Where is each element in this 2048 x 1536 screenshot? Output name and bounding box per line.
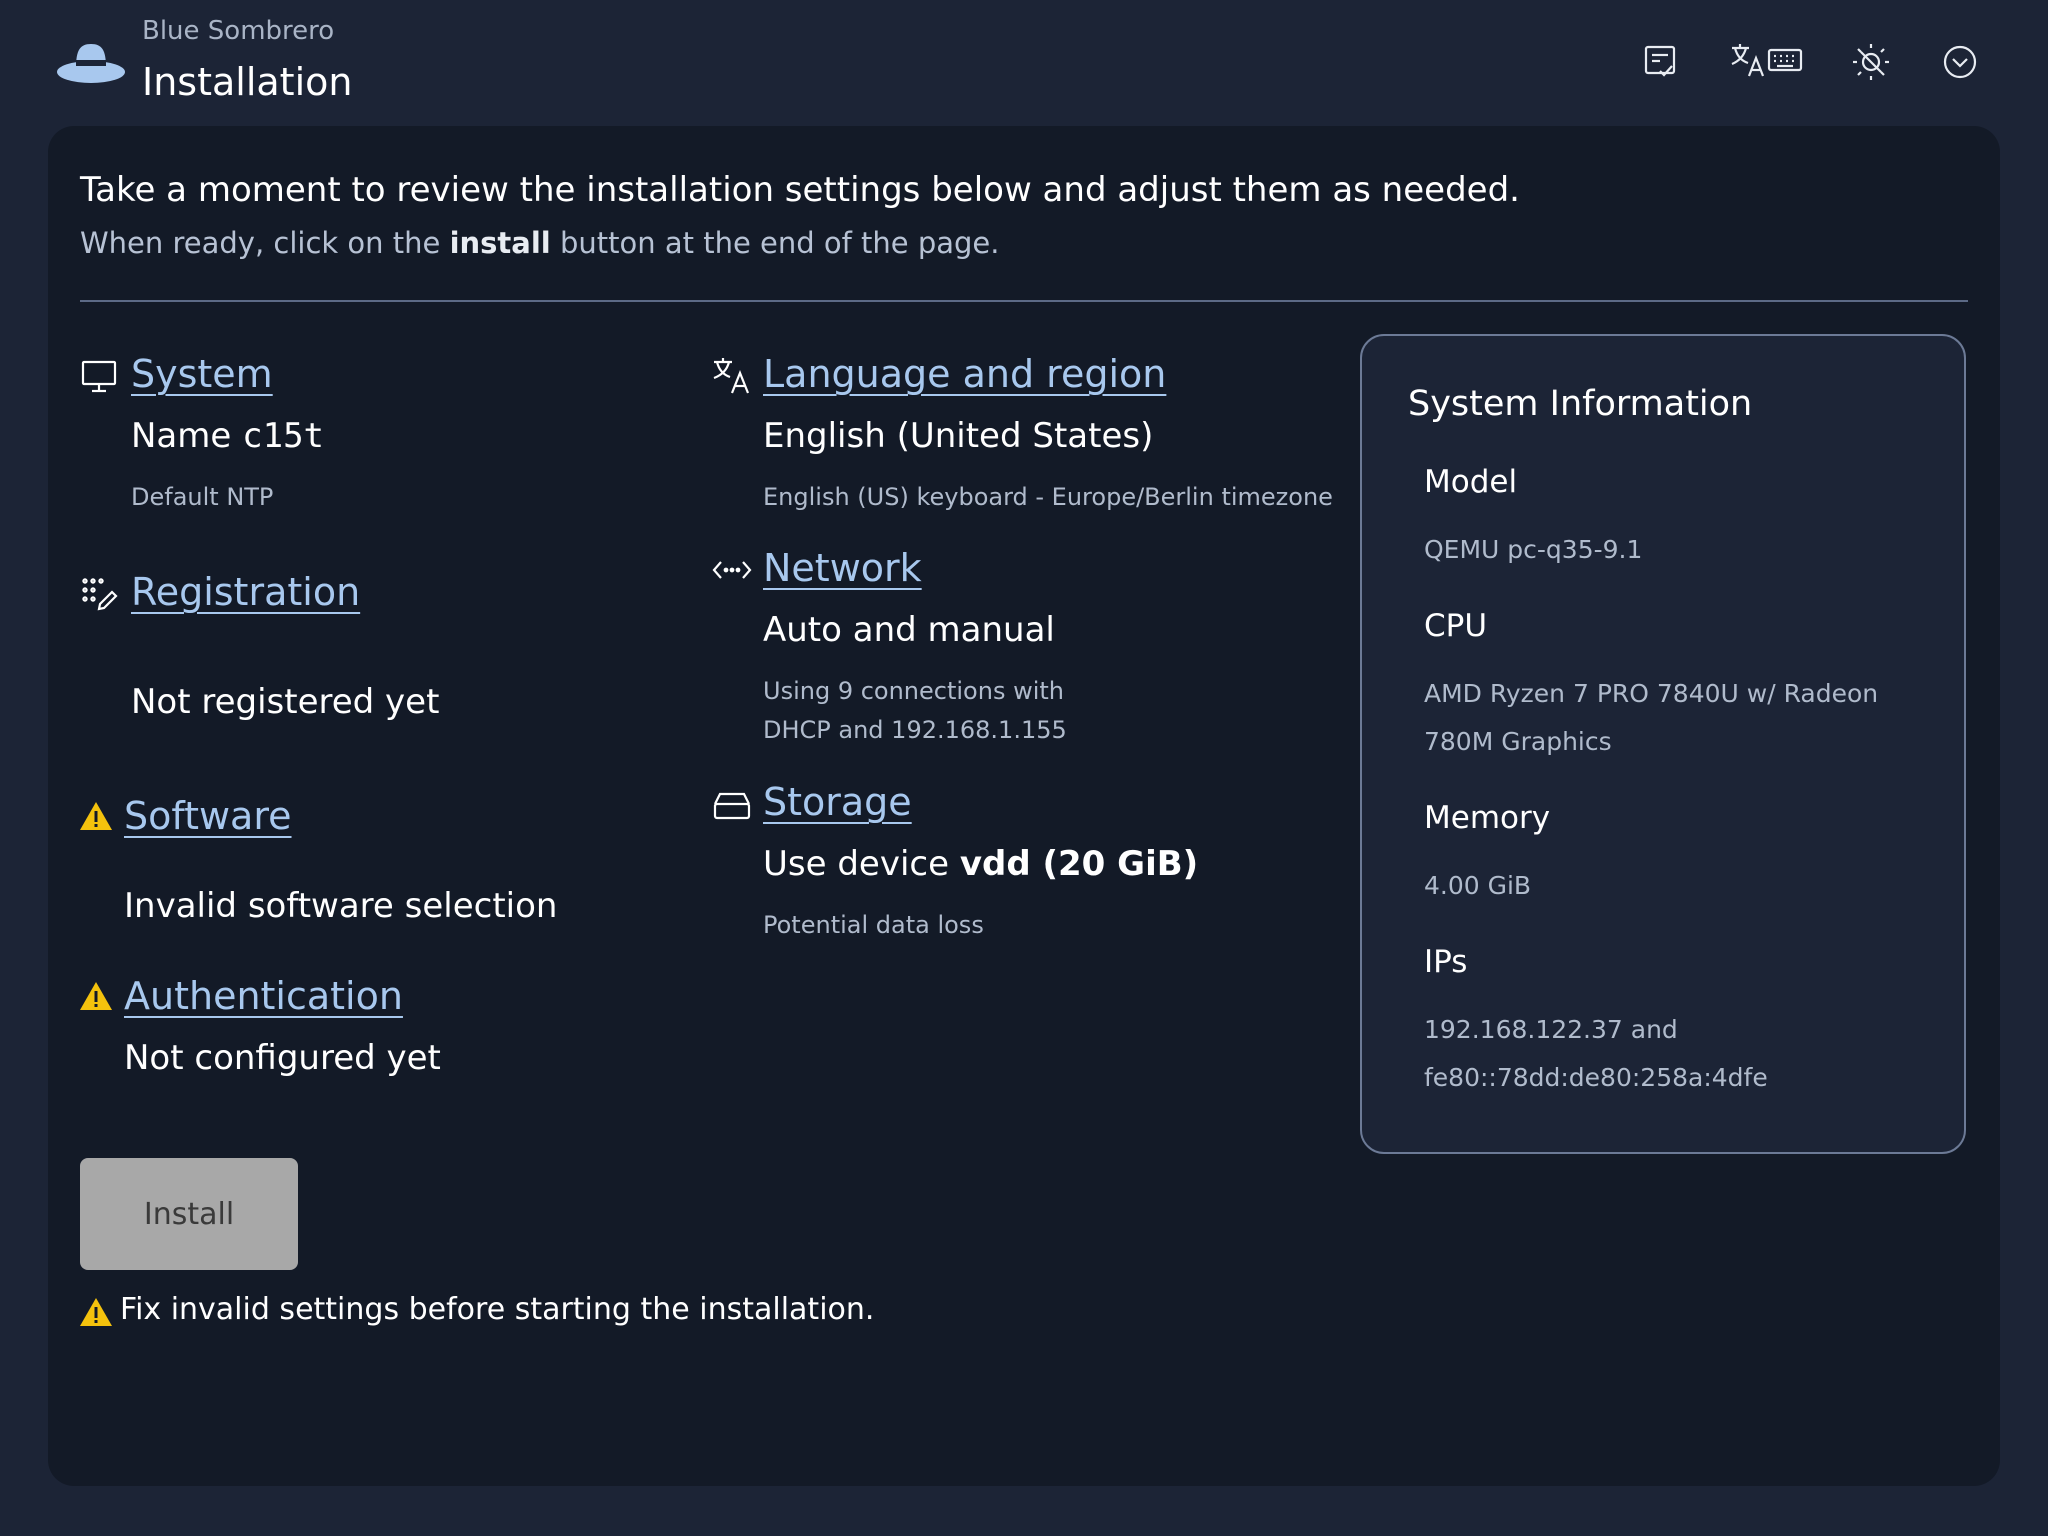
- brand-name: Blue Sombrero: [142, 16, 335, 46]
- main-card: Take a moment to review the installation…: [48, 126, 2000, 1486]
- install-keyword: install: [449, 226, 551, 260]
- network-detail: Using 9 connections with DHCP and 192.16…: [763, 677, 1067, 744]
- network-link[interactable]: Network: [763, 546, 922, 590]
- brightness-icon[interactable]: [1850, 42, 1892, 82]
- software-link[interactable]: Software: [124, 794, 292, 838]
- divider: [80, 300, 1968, 302]
- system-hostname: Name c15t: [131, 416, 325, 456]
- registration-link[interactable]: Registration: [131, 570, 360, 614]
- system-information-title: System Information: [1408, 384, 1753, 424]
- storage-detail: Potential data loss: [763, 911, 984, 939]
- page-title: Installation: [142, 60, 353, 104]
- language-value: English (United States): [763, 416, 1154, 456]
- ips-value: 192.168.122.37 and fe80::78dd:de80:258a:…: [1424, 1015, 1768, 1092]
- network-value: Auto and manual: [763, 610, 1055, 650]
- authentication-link[interactable]: Authentication: [124, 974, 403, 1018]
- intro-subtext: When ready, click on the install button …: [80, 226, 1000, 260]
- language-detail: English (US) keyboard - Europe/Berlin ti…: [763, 483, 1333, 511]
- dropdown-icon[interactable]: [1940, 42, 1980, 82]
- language-icon: [1729, 42, 1767, 82]
- intro-text: Take a moment to review the installation…: [80, 170, 1520, 210]
- system-link[interactable]: System: [131, 352, 273, 396]
- memory-value: 4.00 GiB: [1424, 871, 1532, 900]
- monitor-icon: [80, 358, 118, 396]
- install-button[interactable]: Install: [80, 1158, 298, 1270]
- language-region-icon: [712, 356, 750, 394]
- cpu-value: AMD Ryzen 7 PRO 7840U w/ Radeon 780M Gra…: [1424, 679, 1879, 756]
- keyboard-icon: [1767, 47, 1803, 77]
- storage-icon: [712, 786, 751, 824]
- sombrero-logo-icon: [56, 38, 126, 86]
- storage-value: Use device vdd (20 GiB): [763, 844, 1199, 884]
- software-status: Invalid software selection: [124, 886, 558, 926]
- model-label: Model: [1424, 464, 1518, 500]
- memory-label: Memory: [1424, 800, 1551, 836]
- language-keyboard-button[interactable]: [1724, 42, 1808, 82]
- model-value: QEMU pc-q35-9.1: [1424, 535, 1643, 564]
- cpu-label: CPU: [1424, 608, 1488, 644]
- authentication-status: Not configured yet: [124, 1038, 441, 1078]
- network-icon: [712, 550, 752, 588]
- registration-status: Not registered yet: [131, 682, 440, 722]
- ips-label: IPs: [1424, 944, 1468, 980]
- authentication-warning-icon: [79, 980, 113, 1012]
- language-region-link[interactable]: Language and region: [763, 352, 1166, 396]
- install-warning-message: Fix invalid settings before starting the…: [120, 1292, 875, 1327]
- install-warning-icon: [79, 1296, 113, 1328]
- system-information-panel: System Information Model QEMU pc-q35-9.1…: [1360, 334, 1966, 1154]
- checklist-icon[interactable]: [1640, 42, 1680, 82]
- storage-link[interactable]: Storage: [763, 780, 912, 824]
- registration-icon: [80, 576, 118, 614]
- system-detail: Default NTP: [131, 483, 274, 511]
- software-warning-icon: [79, 800, 113, 832]
